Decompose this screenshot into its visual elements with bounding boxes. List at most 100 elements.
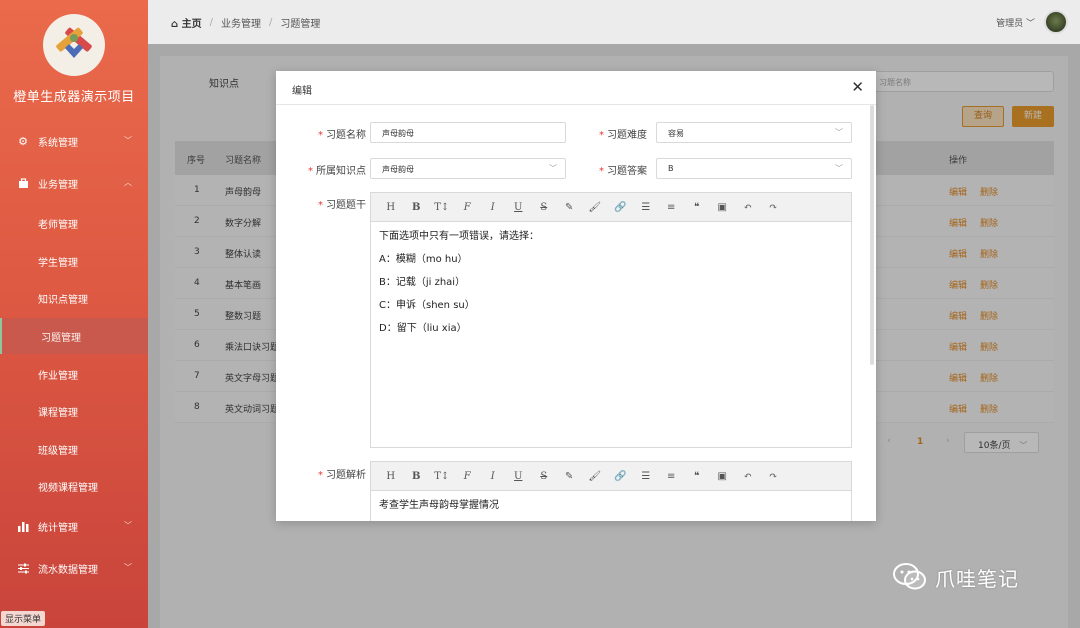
stem-line: C：申诉（shen su） xyxy=(379,300,475,311)
list-icon[interactable]: ☰ xyxy=(633,471,659,482)
brush-icon[interactable]: 🖌 xyxy=(582,202,608,213)
sliders-icon xyxy=(17,562,29,574)
sidebar-group-label: 业务管理 xyxy=(38,179,78,191)
stem-editor-toolbar: H B T↕ F I U S ✎ 🖌 🔗 ☰ ≡ ❝ ▣ ↶ ↷ xyxy=(371,193,851,222)
stem-field-label: * 习题题干 xyxy=(318,200,366,211)
heading-icon[interactable]: H xyxy=(378,471,404,482)
font-family-icon[interactable]: F xyxy=(455,471,481,482)
image-icon[interactable]: ▣ xyxy=(710,471,736,482)
align-icon[interactable]: ≡ xyxy=(659,202,685,213)
chevron-down-icon: ﹀ xyxy=(835,164,843,173)
chevron-down-icon: ﹀ xyxy=(549,164,557,173)
chevron-down-icon: ﹀ xyxy=(124,521,132,530)
sidebar-item-knowledge[interactable]: 知识点管理 xyxy=(0,280,148,316)
gear-icon: ⚙ xyxy=(18,134,28,148)
list-icon[interactable]: ☰ xyxy=(633,202,659,213)
knowledge-select[interactable]: 声母韵母 ﹀ xyxy=(370,158,566,179)
analysis-field-label: * 习题解析 xyxy=(318,470,366,481)
chevron-down-icon: ﹀ xyxy=(835,128,843,137)
image-icon[interactable]: ▣ xyxy=(710,202,736,213)
knowledge-field-label: * 所属知识点 xyxy=(308,166,366,177)
sidebar-group-stats[interactable]: 统计管理 ﹀ xyxy=(0,511,148,541)
breadcrumb-business[interactable]: 业务管理 xyxy=(221,15,261,30)
bold-icon[interactable]: B xyxy=(404,202,430,213)
stem-editor-body[interactable]: 下面选项中只有一项错误，请选择： A：模糊（mo hu） B：记载（ji zhai）… xyxy=(371,222,851,353)
font-size-icon[interactable]: T↕ xyxy=(429,471,455,482)
answer-field-label: * 习题答案 xyxy=(599,166,647,177)
sidebar-item-homework[interactable]: 作业管理 xyxy=(0,356,148,392)
sidebar-group-system[interactable]: ⚙ 系统管理 ﹀ xyxy=(0,126,148,156)
text-color-icon[interactable]: ✎ xyxy=(557,471,583,482)
breadcrumb: ⌂ 主页 / 业务管理 / 习题管理 xyxy=(171,15,321,30)
sidebar-group-business[interactable]: 业务管理 ︿ xyxy=(0,168,148,198)
user-menu[interactable]: 管理员 ﹀ xyxy=(996,16,1035,29)
sidebar-group-label: 流水数据管理 xyxy=(38,564,98,576)
close-icon[interactable]: ✕ xyxy=(851,78,864,96)
top-header: ⌂ 主页 / 业务管理 / 习题管理 管理员 ﹀ xyxy=(148,0,1080,44)
analysis-editor-toolbar: H B T↕ F I U S ✎ 🖌 🔗 ☰ ≡ ❝ ▣ ↶ ↷ xyxy=(371,462,851,491)
sidebar-item-exercises[interactable]: 习题管理 xyxy=(0,318,148,354)
underline-icon[interactable]: U xyxy=(506,202,532,213)
show-menu-button[interactable]: 显示菜单 xyxy=(1,611,46,626)
dialog-header: 编辑 ✕ xyxy=(276,71,876,105)
analysis-editor-body[interactable]: 考查学生声母韵母掌握情况 xyxy=(371,491,851,521)
chevron-down-icon: ﹀ xyxy=(124,563,132,572)
redo-icon[interactable]: ↷ xyxy=(761,471,787,482)
analysis-text: 考查学生声母韵母掌握情况 xyxy=(379,500,499,511)
sidebar-group-flow-data[interactable]: 流水数据管理 ﹀ xyxy=(0,553,148,583)
watermark: 爪哇笔记 xyxy=(893,562,1019,592)
edit-dialog: 编辑 ✕ * 习题名称 声母韵母 * 习题难度 容易 ﹀ * 所属知识点 声母韵母 ﹀ *… xyxy=(276,71,876,521)
sidebar-item-teachers[interactable]: 老师管理 xyxy=(0,205,148,241)
sidebar-item-courses[interactable]: 课程管理 xyxy=(0,393,148,429)
stem-line: D：留下（liu xia） xyxy=(379,323,467,334)
italic-icon[interactable]: I xyxy=(480,202,506,213)
chevron-down-icon: ﹀ xyxy=(124,136,132,145)
underline-icon[interactable]: U xyxy=(506,471,532,482)
answer-select[interactable]: B ﹀ xyxy=(656,158,852,179)
quote-icon[interactable]: ❝ xyxy=(684,202,710,213)
stem-editor[interactable]: H B T↕ F I U S ✎ 🖌 🔗 ☰ ≡ ❝ ▣ ↶ ↷ 下面选项中只有一项错误，请选择： A：模糊（m… xyxy=(370,192,852,448)
strikethrough-icon[interactable]: S xyxy=(531,471,557,482)
breadcrumb-exercises: 习题管理 xyxy=(280,19,321,30)
bold-icon[interactable]: B xyxy=(404,471,430,482)
text-color-icon[interactable]: ✎ xyxy=(557,202,583,213)
dialog-scrollbar[interactable] xyxy=(870,105,874,365)
sidebar-item-classes[interactable]: 班级管理 xyxy=(0,431,148,467)
brush-icon[interactable]: 🖌 xyxy=(582,471,608,482)
difficulty-field-label: * 习题难度 xyxy=(599,130,647,141)
strikethrough-icon[interactable]: S xyxy=(531,202,557,213)
avatar[interactable] xyxy=(1044,10,1068,34)
sidebar-group-label: 系统管理 xyxy=(38,137,78,149)
redo-icon[interactable]: ↷ xyxy=(761,202,787,213)
sidebar-group-label: 统计管理 xyxy=(38,522,78,534)
undo-icon[interactable]: ↶ xyxy=(735,471,761,482)
analysis-editor[interactable]: H B T↕ F I U S ✎ 🖌 🔗 ☰ ≡ ❝ ▣ ↶ ↷ 考查学生声母韵母掌握情况 xyxy=(370,461,852,521)
bar-chart-icon xyxy=(17,520,29,532)
chevron-up-icon: ︿ xyxy=(124,178,132,187)
link-icon[interactable]: 🔗 xyxy=(608,202,634,213)
dialog-title: 编辑 xyxy=(292,86,312,97)
bag-icon xyxy=(17,177,29,189)
difficulty-select[interactable]: 容易 ﹀ xyxy=(656,122,852,143)
sidebar: 橙单生成器演示项目 ⚙ 系统管理 ﹀ 业务管理 ︿ 老师管理 学生管理 知识点管… xyxy=(0,0,148,628)
link-icon[interactable]: 🔗 xyxy=(608,471,634,482)
undo-icon[interactable]: ↶ xyxy=(735,202,761,213)
stem-line: 下面选项中只有一项错误，请选择： xyxy=(379,231,539,242)
name-field-label: * 习题名称 xyxy=(318,130,366,141)
app-brand: 橙单生成器演示项目 xyxy=(13,90,135,105)
font-family-icon[interactable]: F xyxy=(455,202,481,213)
wechat-icon xyxy=(893,562,927,592)
heading-icon[interactable]: H xyxy=(378,202,404,213)
align-icon[interactable]: ≡ xyxy=(659,471,685,482)
sidebar-item-video-courses[interactable]: 视频课程管理 xyxy=(0,468,148,504)
sidebar-item-students[interactable]: 学生管理 xyxy=(0,243,148,279)
stem-line: A：模糊（mo hu） xyxy=(379,254,468,265)
breadcrumb-home[interactable]: ⌂ 主页 xyxy=(171,15,202,30)
quote-icon[interactable]: ❝ xyxy=(684,471,710,482)
app-logo xyxy=(43,14,105,76)
exercise-name-input[interactable]: 声母韵母 xyxy=(370,122,566,143)
font-size-icon[interactable]: T↕ xyxy=(429,202,455,213)
watermark-text: 爪哇笔记 xyxy=(935,566,1019,591)
stem-line: B：记载（ji zhai） xyxy=(379,277,466,288)
italic-icon[interactable]: I xyxy=(480,471,506,482)
